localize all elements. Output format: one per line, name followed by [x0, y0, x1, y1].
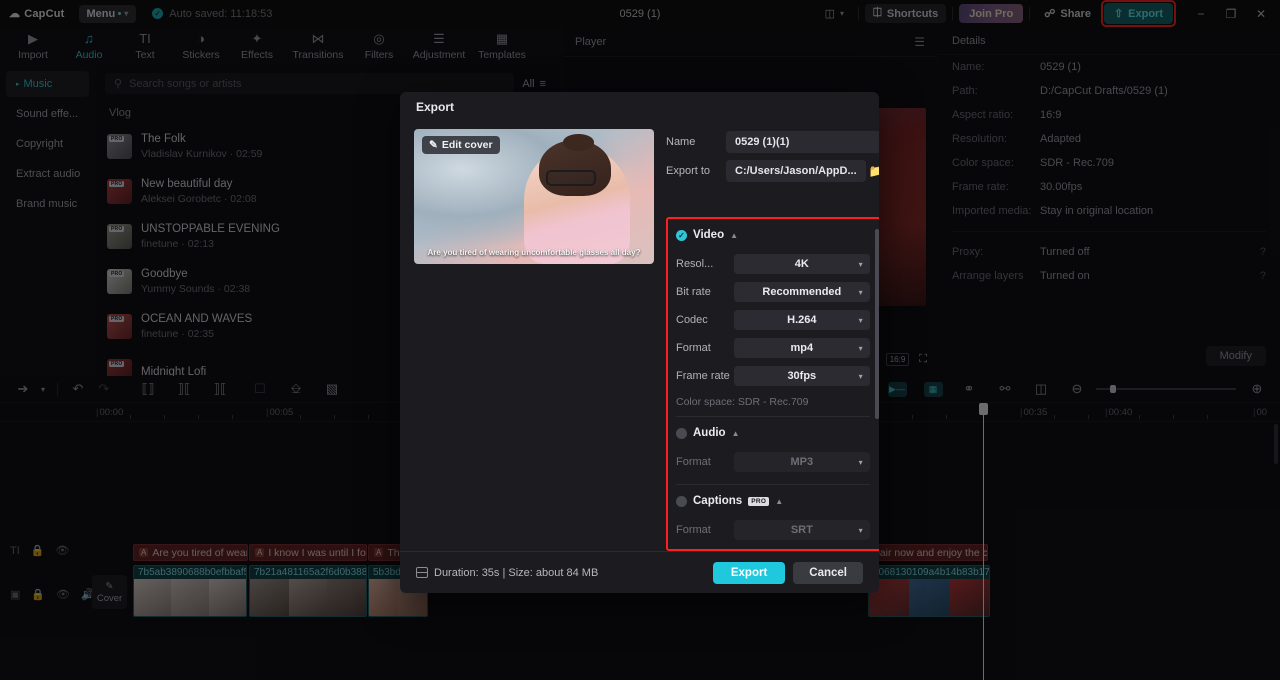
folder-icon[interactable]: 📁 — [866, 164, 879, 178]
cover-image: ✎ Edit cover Are you tired of wearing un… — [414, 129, 654, 264]
export-to-row: Export to C:/Users/Jason/AppD... 📁 — [666, 158, 879, 184]
audio-format-value: MP3 — [790, 456, 814, 468]
dialog-buttons: Export Cancel — [712, 561, 863, 584]
name-row: Name 0529 (1)(1) — [666, 129, 879, 155]
preview-caption: Are you tired of wearing uncomfortable g… — [427, 248, 641, 257]
pro-badge: PRO — [748, 496, 770, 506]
divider — [676, 416, 870, 417]
captions-format-value: SRT — [790, 524, 813, 536]
format-select[interactable]: mp4 ▾ — [734, 338, 870, 358]
captions-format-select[interactable]: SRT ▾ — [734, 520, 870, 540]
audio-format-select[interactable]: MP3 ▾ — [734, 452, 870, 472]
bitrate-label: Bit rate — [676, 286, 711, 298]
chevron-down-icon: ▾ — [858, 371, 863, 381]
resolution-select[interactable]: 4K ▾ — [734, 254, 870, 274]
bitrate-select[interactable]: Recommended ▾ — [734, 282, 870, 302]
export-dialog-title: Export — [416, 99, 455, 114]
export-dialog: Export ✎ Edit cover Are you tired of wea… — [400, 92, 879, 593]
video-section-header[interactable]: ✓ Video ▲ — [676, 229, 870, 241]
video-checkbox[interactable]: ✓ — [676, 229, 687, 241]
name-input[interactable]: 0529 (1)(1) — [726, 131, 879, 153]
framerate-row: Frame rate 30fps ▾ — [676, 362, 870, 390]
divider — [676, 484, 870, 485]
export-settings-highlight: ✓ Video ▲ Resol... 4K ▾ Bit rate Recomme… — [666, 217, 879, 551]
framerate-value: 30fps — [787, 370, 817, 382]
bitrate-row: Bit rate Recommended ▾ — [676, 278, 870, 306]
chevron-down-icon: ▾ — [858, 343, 863, 353]
captions-section-header[interactable]: Captions PRO ▲ — [676, 495, 870, 507]
preview-glasses — [546, 169, 597, 186]
dialog-export-button[interactable]: Export — [712, 561, 786, 584]
cover-preview: ✎ Edit cover Are you tired of wearing un… — [414, 129, 654, 551]
duration-size-info: Duration: 35s | Size: about 84 MB — [416, 567, 598, 579]
settings-scrollbar[interactable] — [874, 229, 879, 419]
capcut-window: ☁ CapCut Menu ▾ ✓ Auto saved: 11:18:53 ◫… — [0, 0, 1280, 680]
codec-label: Codec — [676, 314, 708, 326]
export-settings: ✓ Video ▲ Resol... 4K ▾ Bit rate Recomme… — [668, 219, 879, 549]
format-row: Format mp4 ▾ — [676, 334, 870, 362]
chevron-down-icon: ▾ — [858, 457, 863, 467]
dialog-cancel-button[interactable]: Cancel — [793, 561, 863, 584]
chevron-down-icon: ▾ — [858, 259, 863, 269]
duration-size-text: Duration: 35s | Size: about 84 MB — [434, 566, 599, 579]
chevron-up-icon[interactable]: ▲ — [730, 231, 738, 240]
edit-pencil-icon: ✎ — [429, 139, 438, 151]
export-form: Name 0529 (1)(1) Export to C:/Users/Jaso… — [666, 129, 879, 551]
chevron-down-icon: ▾ — [858, 315, 863, 325]
color-space-text: Color space: SDR - Rec.709 — [676, 396, 809, 408]
export-dialog-footer: Duration: 35s | Size: about 84 MB Export… — [400, 551, 879, 593]
captions-format-label: Format — [676, 524, 711, 536]
preview-hair-bun — [562, 134, 594, 151]
captions-format-row: Format SRT ▾ — [676, 516, 870, 544]
export-to-input[interactable]: C:/Users/Jason/AppD... — [726, 160, 866, 182]
format-label: Format — [676, 342, 711, 354]
bitrate-value: Recommended — [762, 286, 842, 298]
audio-section-header[interactable]: Audio ▲ — [676, 427, 870, 439]
export-to-label: Export to — [666, 165, 711, 177]
codec-value: H.264 — [787, 314, 817, 326]
chevron-down-icon: ▾ — [858, 525, 863, 535]
name-label: Name — [666, 136, 696, 148]
format-value: mp4 — [790, 342, 814, 354]
audio-format-row: Format MP3 ▾ — [676, 448, 870, 476]
captions-checkbox[interactable] — [676, 495, 687, 507]
codec-select[interactable]: H.264 ▾ — [734, 310, 870, 330]
video-section-label: Video — [693, 229, 725, 241]
resolution-value: 4K — [794, 258, 809, 270]
chevron-down-icon: ▾ — [858, 287, 863, 297]
audio-format-label: Format — [676, 456, 711, 468]
chevron-up-icon[interactable]: ▲ — [732, 429, 740, 438]
resolution-row: Resol... 4K ▾ — [676, 250, 870, 278]
audio-section-label: Audio — [693, 427, 726, 439]
export-dialog-body: ✎ Edit cover Are you tired of wearing un… — [400, 121, 879, 551]
framerate-select[interactable]: 30fps ▾ — [734, 366, 870, 386]
audio-checkbox[interactable] — [676, 427, 687, 439]
chevron-up-icon[interactable]: ▲ — [775, 497, 783, 506]
file-size-icon — [416, 567, 428, 578]
codec-row: Codec H.264 ▾ — [676, 306, 870, 334]
resolution-label: Resol... — [676, 258, 714, 270]
captions-section-label: Captions — [693, 495, 743, 507]
framerate-label: Frame rate — [676, 370, 730, 382]
edit-cover-label: Edit cover — [441, 139, 493, 151]
edit-cover-button[interactable]: ✎ Edit cover — [422, 136, 500, 154]
